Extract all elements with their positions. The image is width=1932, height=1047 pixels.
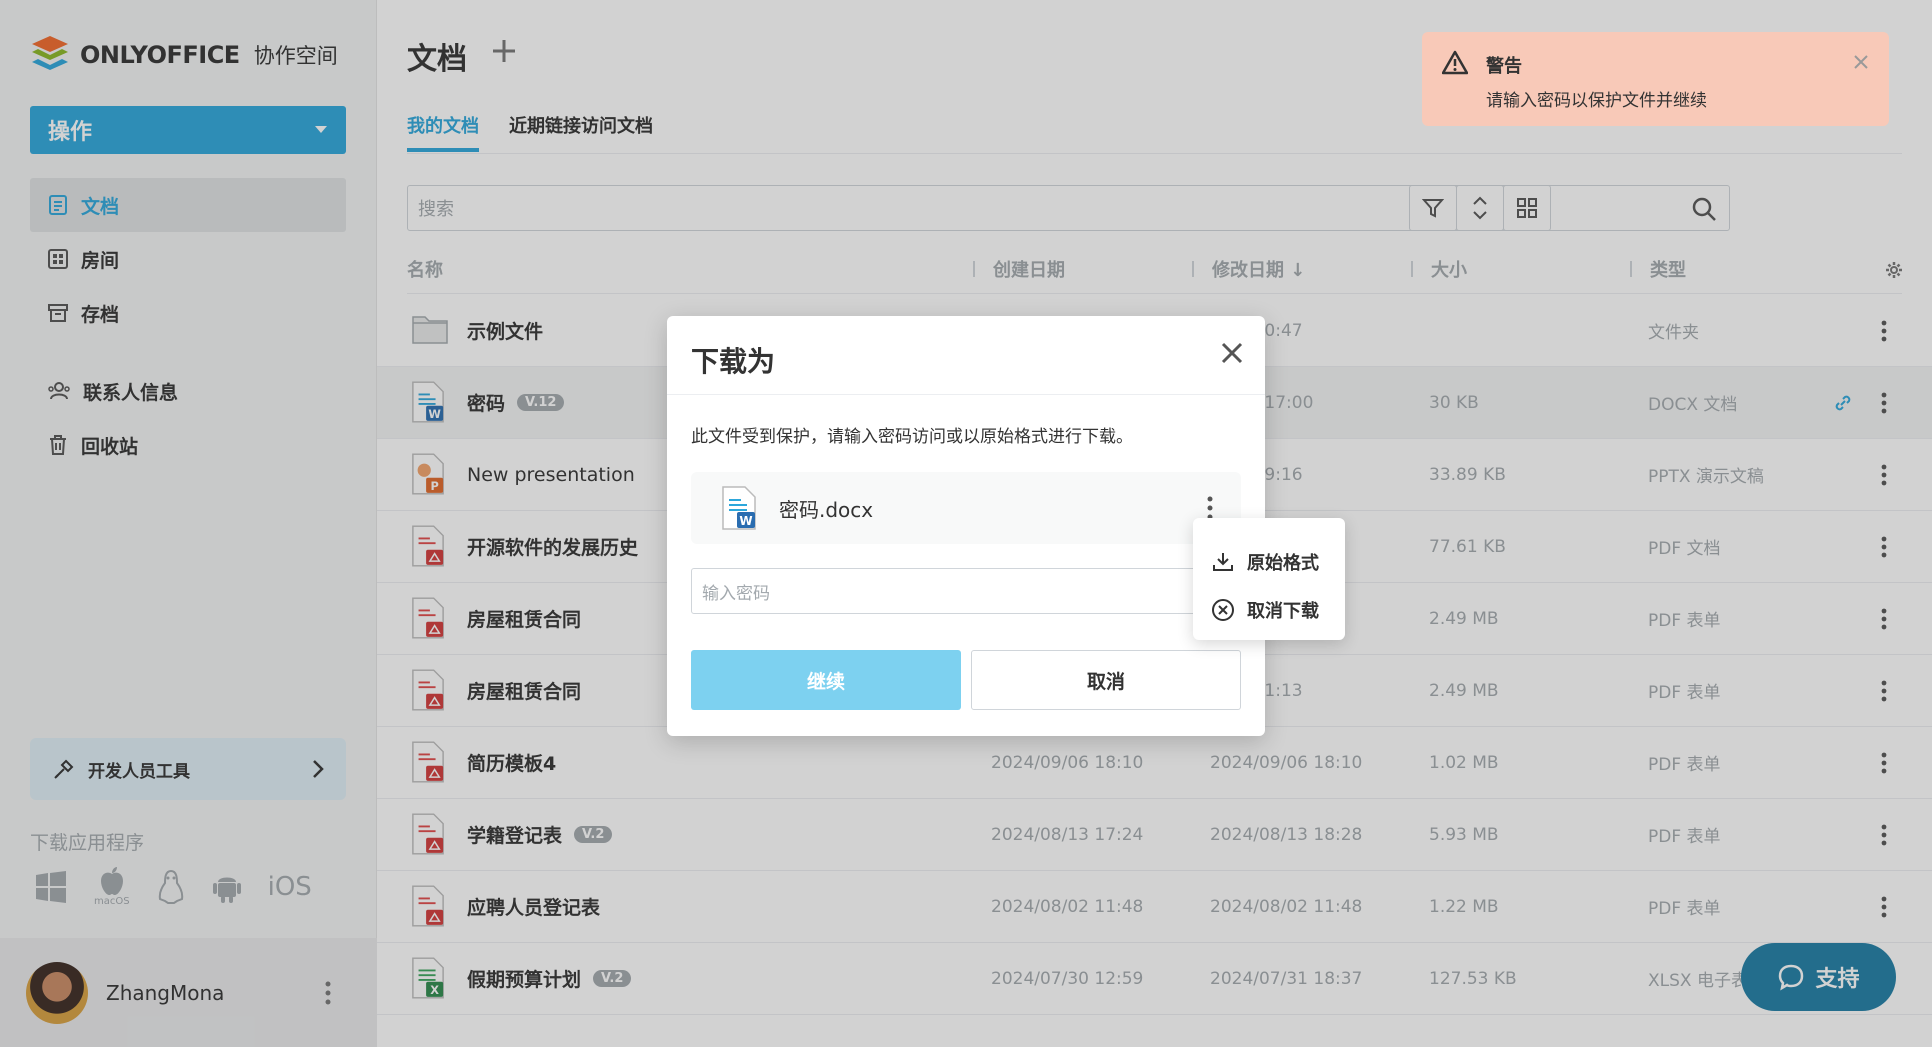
menu-item-cancel-download[interactable]: 取消下载 <box>1193 586 1345 634</box>
toast-message: 请输入密码以保护文件并继续 <box>1486 91 1707 111</box>
svg-text:W: W <box>739 514 752 528</box>
continue-button[interactable]: 继续 <box>691 650 961 710</box>
toast-title: 警告 <box>1486 56 1522 77</box>
password-placeholder: 输入密码 <box>702 583 770 604</box>
protected-file-name: 密码.docx <box>779 497 874 522</box>
menu-item-label: 取消下载 <box>1247 601 1319 622</box>
dialog-title: 下载为 <box>691 345 776 378</box>
cancel-button[interactable]: 取消 <box>971 650 1241 710</box>
cancel-circle-icon <box>1212 599 1234 621</box>
download-icon <box>1213 553 1233 571</box>
protected-file-item: W 密码.docx <box>691 472 1241 544</box>
menu-item-label: 原始格式 <box>1247 553 1319 574</box>
dialog-divider <box>667 394 1265 395</box>
file-context-menu: 原始格式 取消下载 <box>1193 518 1345 640</box>
warning-icon <box>1442 50 1468 75</box>
dialog-description: 此文件受到保护，请输入密码访问或以原始格式进行下载。 <box>691 427 1133 447</box>
menu-item-original-format[interactable]: 原始格式 <box>1193 538 1345 586</box>
docx-file-icon: W <box>722 486 756 530</box>
warning-toast: 警告 请输入密码以保护文件并继续 <box>1422 32 1889 126</box>
close-icon[interactable] <box>1853 54 1869 70</box>
more-vertical-icon[interactable] <box>1207 496 1213 520</box>
close-icon[interactable] <box>1221 342 1243 364</box>
password-input[interactable]: 输入密码 <box>691 568 1241 614</box>
download-as-dialog: 下载为 此文件受到保护，请输入密码访问或以原始格式进行下载。 W 密码.docx… <box>667 316 1265 736</box>
